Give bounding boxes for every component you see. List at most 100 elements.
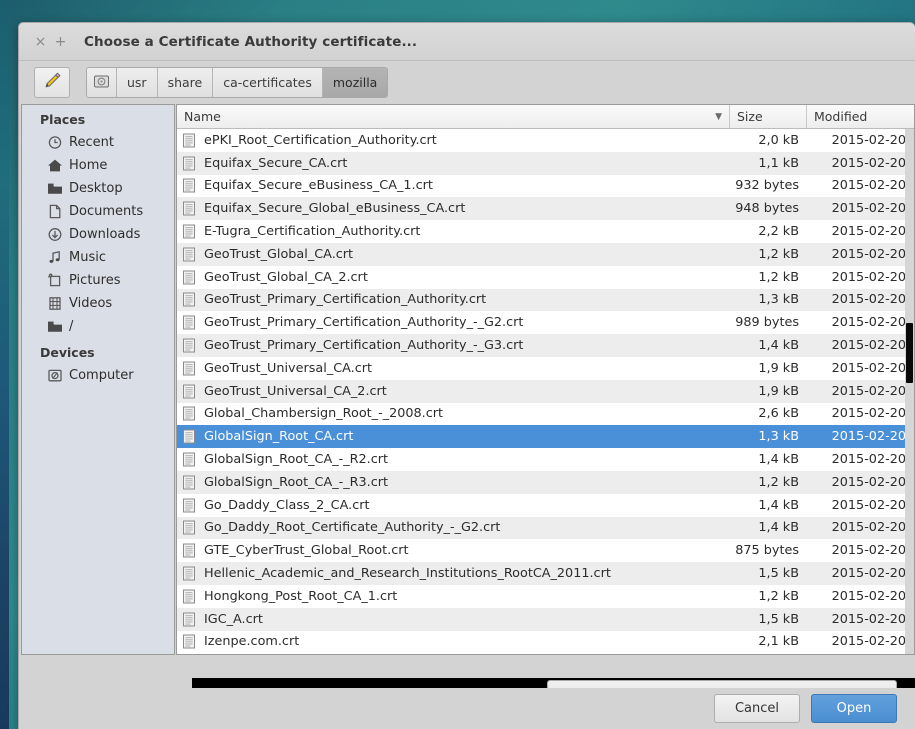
breadcrumb-share[interactable]: share xyxy=(157,68,214,97)
table-row[interactable]: GlobalSign_Root_CA_-_R3.crt 1,2 kB 2015-02… xyxy=(177,470,914,494)
sidebar-item-label: Videos xyxy=(69,296,113,311)
sidebar-item-pictures[interactable]: Pictures xyxy=(22,269,174,292)
file-name-cell: IGC_A.crt xyxy=(177,612,730,627)
file-name-label: ePKI_Root_Certification_Authority.crt xyxy=(204,132,437,148)
table-row[interactable]: IGC_A.crt 1,5 kB 2015-02-20 xyxy=(177,607,914,631)
file-modified-cell: 2015-02-20 xyxy=(831,269,906,285)
sidebar-item-label: Music xyxy=(69,250,106,265)
close-icon[interactable]: × xyxy=(32,33,49,50)
file-name-label: GeoTrust_Global_CA_2.crt xyxy=(204,269,368,285)
file-name-label: GTE_CyberTrust_Global_Root.crt xyxy=(204,543,409,559)
file-size-cell: 1,5 kB xyxy=(758,566,799,582)
pictures-icon xyxy=(46,273,63,288)
breadcrumb-root[interactable] xyxy=(87,68,117,97)
sidebar-item-[interactable]: / xyxy=(22,315,174,338)
table-row[interactable]: GeoTrust_Primary_Certification_Authority… xyxy=(177,311,914,334)
scrollbar-thumb[interactable] xyxy=(906,323,913,383)
table-row[interactable]: GeoTrust_Primary_Certification_Authority… xyxy=(177,334,914,357)
certificate-file-icon xyxy=(183,224,195,239)
file-size-cell: 1,2 kB xyxy=(758,269,799,285)
table-row[interactable]: GeoTrust_Universal_CA_2.crt 1,9 kB 2015-02… xyxy=(177,379,914,403)
file-size-cell: 1,2 kB xyxy=(758,588,799,604)
file-modified-cell: 2015-02-20 xyxy=(831,383,906,399)
column-header-name[interactable]: Name ▼ xyxy=(177,105,730,128)
sidebar-item-desktop[interactable]: Desktop xyxy=(22,177,174,200)
desktop-icon xyxy=(46,181,63,196)
breadcrumb-usr[interactable]: usr xyxy=(117,68,158,97)
computer-icon xyxy=(46,368,63,383)
sidebar-item-music[interactable]: Music xyxy=(22,246,174,269)
certificate-file-icon xyxy=(183,452,195,467)
sidebar-item-home[interactable]: Home xyxy=(22,154,174,177)
certificate-file-icon xyxy=(183,315,195,330)
file-size-cell: 2,1 kB xyxy=(758,634,799,650)
devices-list: Computer xyxy=(22,364,174,387)
recent-icon xyxy=(46,135,63,150)
sidebar-item-label: Downloads xyxy=(69,227,141,242)
table-row[interactable]: E-Tugra_Certification_Authority.crt 2,2 k… xyxy=(177,220,914,243)
file-name-cell: Global_Chambersign_Root_-_2008.crt xyxy=(177,406,730,421)
table-row[interactable]: Hellenic_Academic_and_Research_Instituti… xyxy=(177,562,914,585)
certificate-file-icon xyxy=(183,247,195,262)
table-row[interactable]: GlobalSign_Root_CA_-_R2.crt 1,4 kB 2015-02… xyxy=(177,448,914,471)
file-chooser-dialog: × + Choose a Certificate Authority certi… xyxy=(18,22,915,729)
breadcrumb-ca-certificates[interactable]: ca-certificates xyxy=(213,68,323,97)
maximize-icon[interactable]: + xyxy=(52,33,69,50)
file-name-cell: GlobalSign_Root_CA_-_R2.crt xyxy=(177,452,730,467)
certificate-file-icon xyxy=(183,566,195,581)
file-size-cell: 2,0 kB xyxy=(758,132,799,148)
certificate-file-icon xyxy=(183,270,195,285)
file-modified-cell: 2015-02-20 xyxy=(831,360,906,376)
dialog-body: Places Recent Home Desktop Documents Downloa… xyxy=(19,104,915,655)
table-row[interactable]: Izenpe.com.crt 2,1 kB 2015-02-20 xyxy=(177,631,914,654)
file-size-cell: 1,4 kB xyxy=(758,338,799,354)
file-modified-cell: 2015-02-20 xyxy=(831,224,906,240)
file-size-cell: 1,2 kB xyxy=(758,246,799,262)
table-row[interactable]: GeoTrust_Universal_CA.crt 1,9 kB 2015-02-2… xyxy=(177,357,914,380)
sidebar-item-recent[interactable]: Recent xyxy=(22,131,174,154)
sidebar-item-label: Desktop xyxy=(69,181,123,196)
certificate-file-icon xyxy=(183,156,195,171)
certificate-file-icon xyxy=(183,361,195,376)
sidebar-item-documents[interactable]: Documents xyxy=(22,200,174,223)
table-row[interactable]: Hongkong_Post_Root_CA_1.crt 1,2 kB 2015-02… xyxy=(177,585,914,608)
file-modified-cell: 2015-02-20 xyxy=(831,178,906,194)
table-row[interactable]: Go_Daddy_Class_2_CA.crt 1,4 kB 2015-02-20 xyxy=(177,494,914,517)
file-name-cell: GeoTrust_Primary_Certification_Authority… xyxy=(177,338,730,353)
file-size-cell: 1,2 kB xyxy=(758,474,799,490)
file-name-cell: Hongkong_Post_Root_CA_1.crt xyxy=(177,589,730,604)
file-modified-cell: 2015-02-20 xyxy=(831,429,906,445)
sidebar-item-downloads[interactable]: Downloads xyxy=(22,223,174,246)
file-name-cell: GeoTrust_Global_CA_2.crt xyxy=(177,270,730,285)
table-row[interactable]: ePKI_Root_Certification_Authority.crt 2,0… xyxy=(177,129,914,152)
file-name-label: Equifax_Secure_Global_eBusiness_CA.crt xyxy=(204,201,466,217)
-icon xyxy=(46,319,63,334)
sidebar-item-label: Pictures xyxy=(69,273,121,288)
vertical-scrollbar[interactable] xyxy=(905,129,914,654)
table-row[interactable]: GeoTrust_Global_CA.crt 1,2 kB 2015-02-20 xyxy=(177,242,914,266)
file-name-label: GlobalSign_Root_CA.crt xyxy=(204,429,354,445)
table-row[interactable]: Equifax_Secure_CA.crt 1,1 kB 2015-02-20 xyxy=(177,151,914,175)
column-header-size[interactable]: Size xyxy=(730,105,807,128)
certificate-file-icon xyxy=(183,543,195,558)
cancel-button[interactable]: Cancel xyxy=(714,694,800,723)
table-row[interactable]: Equifax_Secure_eBusiness_CA_1.crt 932 byt… xyxy=(177,175,914,198)
unity-launcher-strip xyxy=(0,0,9,729)
table-row[interactable]: GTE_CyberTrust_Global_Root.crt 875 bytes 2… xyxy=(177,539,914,562)
file-name-cell: GlobalSign_Root_CA_-_R3.crt xyxy=(177,475,730,490)
pencil-icon xyxy=(42,70,63,95)
sidebar-item-videos[interactable]: Videos xyxy=(22,292,174,315)
breadcrumb-mozilla[interactable]: mozilla xyxy=(322,68,388,97)
file-modified-cell: 2015-02-20 xyxy=(831,543,906,559)
create-folder-button[interactable] xyxy=(34,67,70,98)
table-row[interactable]: Global_Chambersign_Root_-_2008.crt 2,6 kB… xyxy=(177,403,914,426)
table-row[interactable]: Equifax_Secure_Global_eBusiness_CA.crt 94… xyxy=(177,197,914,221)
table-row[interactable]: GeoTrust_Primary_Certification_Authority… xyxy=(177,288,914,312)
dialog-footer: Cancel Open xyxy=(19,688,915,729)
table-row[interactable]: GlobalSign_Root_CA.crt 1,3 kB 2015-02-20 xyxy=(177,425,914,449)
open-button[interactable]: Open xyxy=(811,694,897,723)
column-header-modified[interactable]: Modified xyxy=(807,105,914,128)
sidebar-item-computer[interactable]: Computer xyxy=(22,364,174,387)
table-row[interactable]: GeoTrust_Global_CA_2.crt 1,2 kB 2015-02-20 xyxy=(177,266,914,289)
table-row[interactable]: Go_Daddy_Root_Certificate_Authority_-_G2… xyxy=(177,516,914,540)
